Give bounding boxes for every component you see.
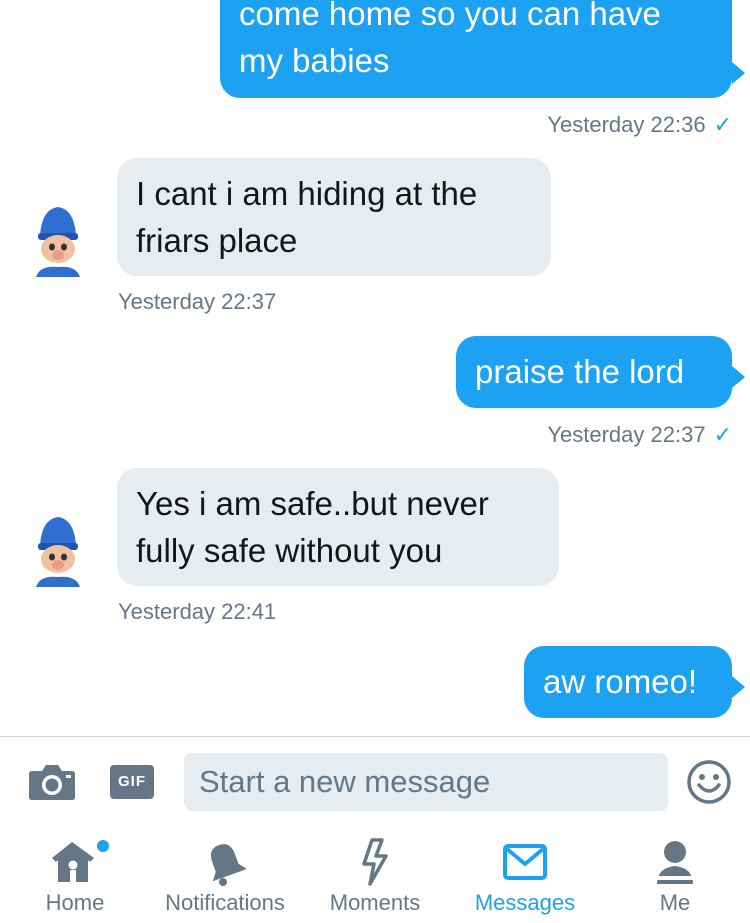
tab-home[interactable]: Home	[0, 828, 150, 923]
message-input[interactable]: Start a new message	[184, 753, 668, 811]
message-line: praise the lord	[475, 353, 685, 390]
message-line: friars place	[136, 222, 298, 259]
message-line: come home so you can have	[239, 0, 661, 32]
message-input-placeholder: Start a new message	[199, 764, 491, 799]
message-composer: GIF Start a new message	[0, 736, 750, 829]
camera-icon[interactable]	[28, 763, 76, 801]
envelope-icon	[503, 844, 547, 880]
home-notification-dot	[97, 840, 109, 852]
message-timestamp: Yesterday 22:41	[118, 599, 277, 624]
message-bubble-incoming[interactable]: I cant i am hiding at the friars place	[117, 158, 551, 276]
tab-label: Moments	[329, 890, 421, 915]
tab-me[interactable]: Me	[600, 828, 750, 923]
person-icon	[657, 841, 693, 884]
message-line: aw romeo!	[543, 663, 698, 700]
tab-label: Home	[45, 890, 105, 915]
bubble-tail	[732, 676, 745, 698]
message-timestamp: Yesterday 22:36 ✓	[547, 112, 732, 137]
read-check-icon: ✓	[713, 422, 732, 447]
bubble-tail	[732, 366, 745, 388]
gnome-avatar[interactable]	[30, 205, 86, 277]
bubble-tail	[732, 62, 745, 84]
message-bubble-incoming[interactable]: Yes i am safe..but never fully safe with…	[117, 468, 559, 586]
tab-moments[interactable]: Moments	[300, 828, 450, 923]
tab-notifications[interactable]: Notifications	[150, 828, 300, 923]
message-timestamp: Yesterday 22:37 ✓	[547, 422, 732, 447]
gnome-avatar[interactable]	[30, 515, 86, 587]
gif-label: GIF	[118, 773, 146, 790]
tab-label: Notifications	[165, 890, 285, 915]
message-line: I cant i am hiding at the	[136, 175, 478, 212]
gif-button[interactable]: GIF	[110, 765, 154, 799]
emoji-icon[interactable]	[686, 759, 732, 805]
message-bubble-outgoing[interactable]: aw romeo!	[524, 646, 732, 718]
message-line: my babies	[239, 42, 390, 79]
tab-label: Messages	[474, 890, 576, 915]
bell-icon	[210, 844, 247, 886]
message-timestamp: Yesterday 22:37	[118, 289, 277, 314]
message-line: Yes i am safe..but never	[136, 485, 489, 522]
tab-label: Me	[659, 890, 691, 915]
message-line: fully safe without you	[136, 532, 443, 569]
home-icon	[52, 842, 94, 882]
lightning-icon	[362, 838, 388, 886]
tab-bar: Home Notifications Moments Messages Me	[0, 828, 750, 923]
message-bubble-outgoing[interactable]: praise the lord	[456, 336, 732, 408]
tab-messages[interactable]: Messages	[450, 828, 600, 923]
read-check-icon: ✓	[713, 112, 732, 137]
message-bubble-outgoing[interactable]: come home so you can have my babies	[220, 0, 732, 98]
